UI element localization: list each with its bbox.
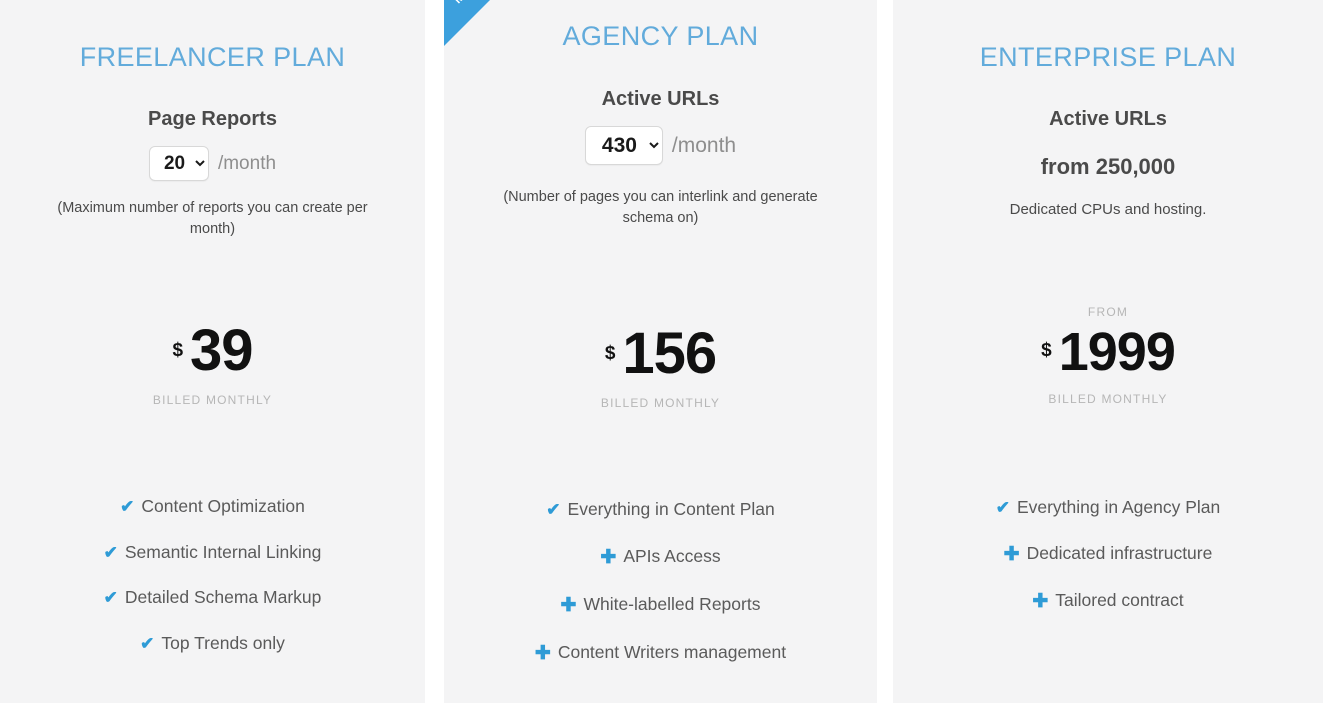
plus-icon: ✚ — [534, 642, 551, 664]
price-amount-freelancer: 39 — [190, 318, 254, 383]
plan-card-enterprise: ENTERPRISE PLAN Active URLs from 250,000… — [893, 0, 1323, 703]
list-item: ✚ White-labelled Reports — [444, 596, 877, 615]
feature-label: White-labelled Reports — [583, 594, 761, 615]
price-amount-agency: 156 — [622, 321, 717, 386]
list-item: ✚ Dedicated infrastructure — [893, 545, 1323, 564]
list-item: ✔ Everything in Content Plan — [444, 499, 877, 520]
per-month-label-agency: /month — [671, 133, 737, 157]
feature-label: APIs Access — [623, 546, 721, 567]
metric-row-freelancer: 20 /month — [0, 146, 425, 181]
check-icon: ✔ — [103, 542, 118, 562]
currency-symbol: $ — [1041, 340, 1052, 361]
list-item: ✔ Top Trends only — [0, 632, 425, 653]
feature-label: Dedicated infrastructure — [1026, 543, 1213, 564]
currency-symbol: $ — [604, 343, 616, 364]
feature-list-agency: ✔ Everything in Content Plan ✚ APIs Acce… — [444, 499, 877, 692]
list-item: ✚ Content Writers management — [444, 644, 877, 663]
feature-list-freelancer: ✔ Content Optimization ✔ Semantic Intern… — [0, 496, 425, 680]
list-item: ✚ Tailored contract — [893, 592, 1323, 611]
list-item: ✔ Semantic Internal Linking — [0, 541, 425, 562]
feature-label: Semantic Internal Linking — [124, 541, 322, 562]
price-row-enterprise: $ 1999 — [893, 325, 1323, 379]
pricing-table: FREELANCER PLAN Page Reports 20 /month (… — [0, 0, 1323, 703]
plan-title-enterprise: ENTERPRISE PLAN — [979, 42, 1237, 72]
feature-label: Content Writers management — [557, 642, 787, 663]
metric-note-enterprise: Dedicated CPUs and hosting. — [1009, 201, 1207, 218]
plus-icon: ✚ — [560, 594, 577, 616]
feature-label: Tailored contract — [1055, 590, 1184, 611]
list-item: ✔ Content Optimization — [0, 496, 425, 517]
check-icon: ✔ — [995, 498, 1010, 518]
price-from-label: FROM — [1087, 305, 1129, 319]
metric-note-agency: (Number of pages you can interlink and g… — [503, 189, 818, 227]
billing-period-agency: BILLED MONTHLY — [600, 396, 721, 410]
feature-label: Top Trends only — [161, 632, 285, 653]
check-icon: ✔ — [546, 500, 561, 520]
feature-label: Everything in Content Plan — [567, 499, 775, 519]
plan-title-agency: AGENCY PLAN — [562, 21, 759, 51]
billing-period-freelancer: BILLED MONTHLY — [152, 393, 273, 407]
price-amount-enterprise: 1999 — [1058, 322, 1176, 382]
plus-icon: ✚ — [600, 546, 617, 568]
price-block-agency: $ 156 BILLED MONTHLY — [444, 325, 877, 411]
list-item: ✔ Detailed Schema Markup — [0, 587, 425, 608]
price-row-agency: $ 156 — [444, 325, 877, 383]
check-icon: ✔ — [103, 588, 118, 608]
metric-row-agency: 430 /month — [444, 126, 877, 165]
plus-icon: ✚ — [1032, 590, 1049, 612]
plan-card-freelancer: FREELANCER PLAN Page Reports 20 /month (… — [0, 0, 425, 703]
plan-card-agency: MOST POPULAR AGENCY PLAN Active URLs 430… — [444, 0, 877, 703]
plus-icon: ✚ — [1003, 543, 1020, 565]
page-reports-select[interactable]: 20 — [148, 146, 209, 181]
plan-title-freelancer: FREELANCER PLAN — [79, 42, 346, 72]
check-icon: ✔ — [140, 633, 155, 653]
feature-label: Everything in Agency Plan — [1016, 497, 1221, 517]
list-item: ✔ Everything in Agency Plan — [893, 497, 1323, 518]
price-row-freelancer: $ 39 — [0, 322, 425, 380]
check-icon: ✔ — [120, 497, 135, 517]
price-block-enterprise: FROM $ 1999 BILLED MONTHLY — [893, 305, 1323, 406]
metric-value-enterprise: from 250,000 — [1040, 154, 1176, 179]
feature-list-enterprise: ✔ Everything in Agency Plan ✚ Dedicated … — [893, 497, 1323, 639]
feature-label: Detailed Schema Markup — [124, 587, 322, 607]
metric-note-freelancer: (Maximum number of reports you can creat… — [57, 200, 368, 238]
list-item: ✚ APIs Access — [444, 548, 877, 567]
metric-label-enterprise: Active URLs — [1049, 108, 1167, 130]
active-urls-select[interactable]: 430 — [584, 126, 663, 165]
billing-period-enterprise: BILLED MONTHLY — [1048, 392, 1168, 406]
feature-label: Content Optimization — [141, 496, 305, 516]
metric-label-agency: Active URLs — [601, 88, 720, 110]
price-block-freelancer: $ 39 BILLED MONTHLY — [0, 322, 425, 408]
per-month-label-freelancer: /month — [217, 152, 277, 174]
currency-symbol: $ — [172, 340, 184, 361]
metric-label-freelancer: Page Reports — [148, 108, 277, 130]
